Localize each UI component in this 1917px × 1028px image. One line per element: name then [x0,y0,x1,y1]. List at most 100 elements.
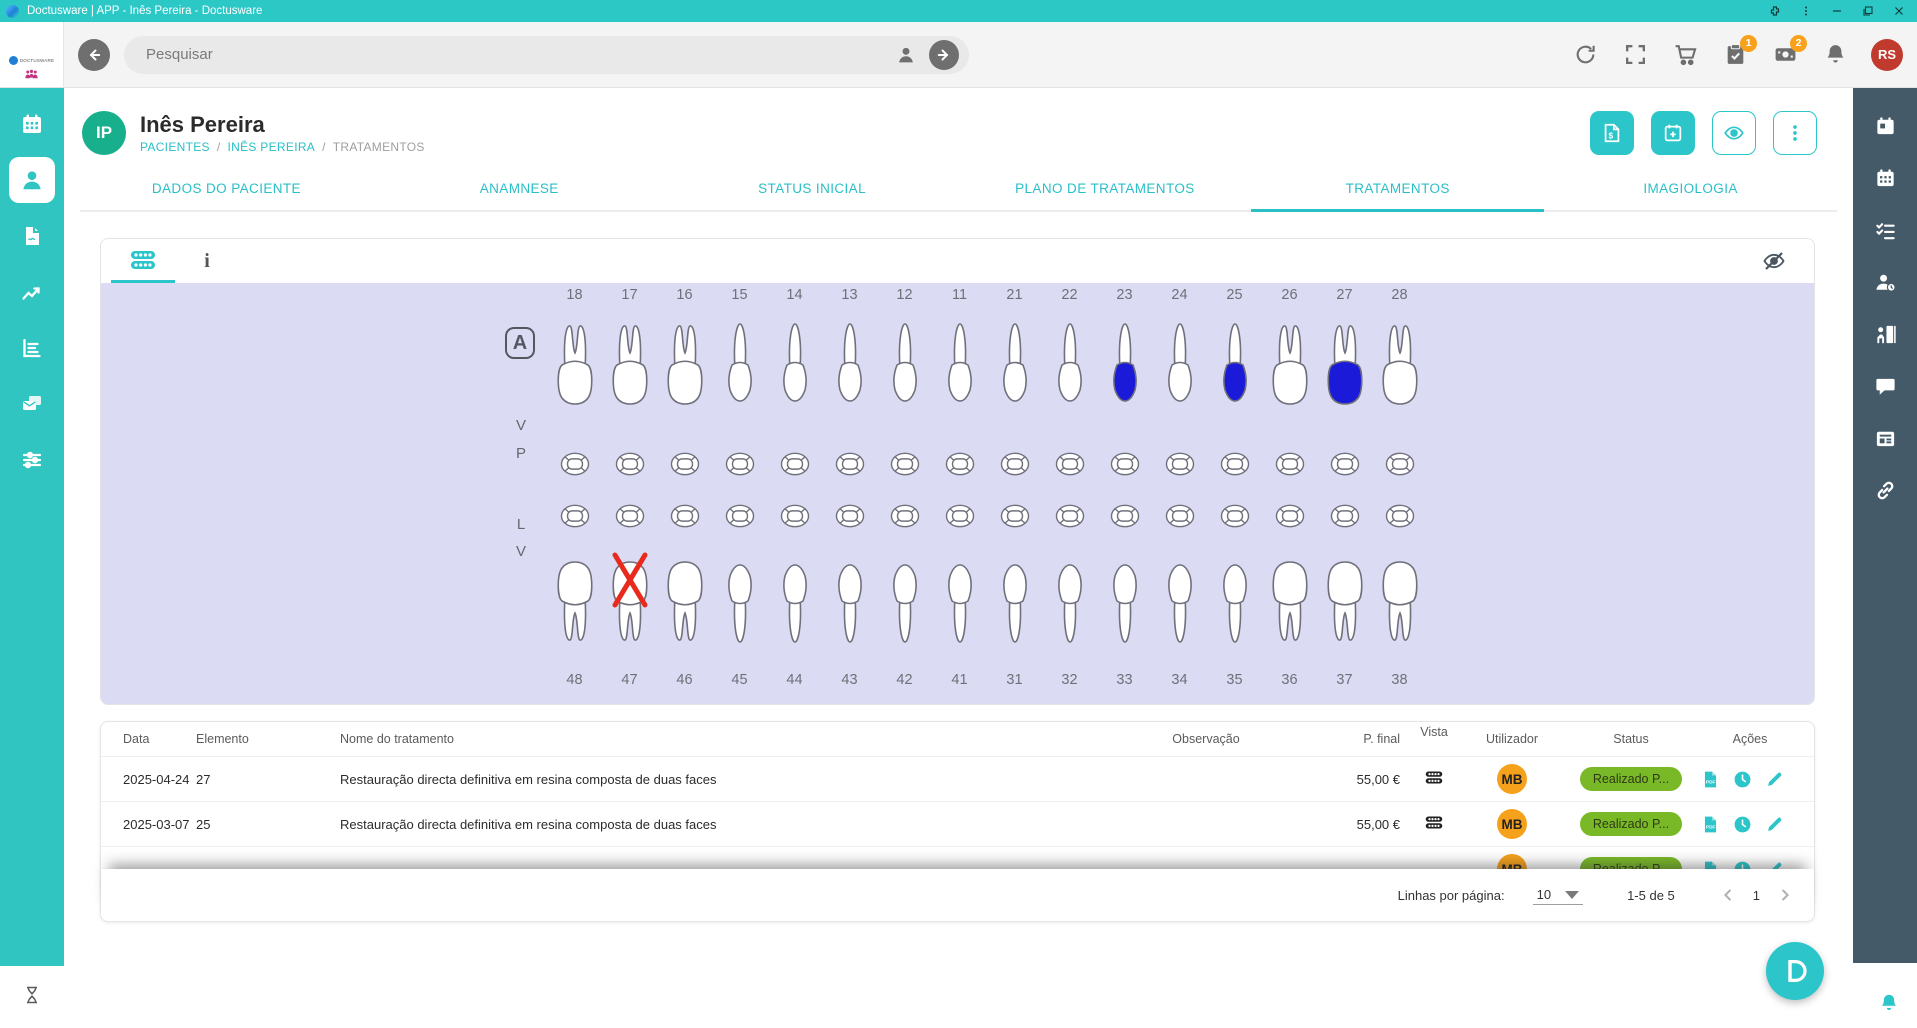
breadcrumb-patient-name[interactable]: INÊS PEREIRA [227,140,315,154]
tooth-44-occlusal[interactable] [773,502,817,530]
notifications-bell-icon[interactable] [1821,41,1849,69]
history-icon[interactable] [1732,859,1752,869]
refresh-icon[interactable] [1571,41,1599,69]
tooth-34[interactable] [1158,549,1202,649]
cart-icon[interactable] [1671,41,1699,69]
more-options-button[interactable] [1773,111,1817,155]
links-chain-icon[interactable] [1859,464,1911,516]
tooth-31-occlusal[interactable] [993,502,1037,530]
tooth-33[interactable] [1103,549,1147,649]
tooth-32-occlusal[interactable] [1048,502,1092,530]
tab-dados-do-paciente[interactable]: DADOS DO PACIENTE [80,168,373,212]
window-minimize-button[interactable] [1830,5,1843,18]
user-avatar[interactable]: RS [1871,39,1903,71]
sidebar-item-reports[interactable] [4,320,60,376]
search-input[interactable] [146,46,883,63]
tab-tratamentos[interactable]: TRATAMENTOS [1251,168,1544,212]
denture-icon[interactable] [1423,815,1445,833]
status-badge[interactable]: Realizado P... [1580,812,1682,836]
month-calendar-icon[interactable] [1859,152,1911,204]
tooth-38[interactable] [1378,549,1422,649]
new-appointment-button[interactable] [1651,111,1695,155]
back-button[interactable] [78,39,110,71]
utilizador-avatar[interactable]: MB [1497,854,1527,869]
tooth-25[interactable] [1213,315,1257,419]
tooth-33-occlusal[interactable] [1103,502,1147,530]
search-go-icon[interactable] [929,40,959,70]
tooth-28-occlusal[interactable] [1378,450,1422,478]
tooth-35[interactable] [1213,549,1257,649]
tooth-45-occlusal[interactable] [718,502,762,530]
tooth-31[interactable] [993,549,1037,649]
tooth-46-occlusal[interactable] [663,502,707,530]
tooth-12-occlusal[interactable] [883,450,927,478]
tooth-15-occlusal[interactable] [718,450,762,478]
fullscreen-icon[interactable] [1621,41,1649,69]
tooth-45[interactable] [718,549,762,649]
tooth-47[interactable] [608,549,652,649]
invoice-button[interactable]: $ [1590,111,1634,155]
quadrant-a-label[interactable]: A [505,327,535,359]
tooth-15[interactable] [718,315,762,419]
tooth-21[interactable] [993,315,1037,419]
tooth-42[interactable] [883,549,927,649]
checklist-icon[interactable] [1859,204,1911,256]
tooth-13[interactable] [828,315,872,419]
patient-waiting-icon[interactable] [1859,256,1911,308]
edit-pencil-icon[interactable] [1764,814,1784,834]
checkin-door-icon[interactable] [1859,308,1911,360]
tooth-11-occlusal[interactable] [938,450,982,478]
eye-off-icon[interactable] [1762,249,1786,273]
pdf-icon[interactable]: PDF [1700,769,1720,789]
extension-puzzle-icon[interactable] [1768,5,1781,18]
utilizador-avatar[interactable]: MB [1497,764,1527,794]
doctusware-fab-button[interactable] [1766,942,1824,1000]
tooth-17[interactable] [608,315,652,419]
edit-pencil-icon[interactable] [1764,769,1784,789]
payments-icon[interactable]: 2 [1771,41,1799,69]
next-page-button[interactable] [1776,886,1794,904]
tooth-12[interactable] [883,315,927,419]
edit-pencil-icon[interactable] [1764,859,1784,869]
tooth-32[interactable] [1048,549,1092,649]
utilizador-avatar[interactable]: MB [1497,809,1527,839]
sidebar-item-settings[interactable] [4,432,60,488]
tooth-18-occlusal[interactable] [553,450,597,478]
news-icon[interactable] [1859,412,1911,464]
table-row[interactable]: 2025-04-2427Restauração directa definiti… [101,756,1814,801]
table-row[interactable]: 2025-03-0725Restauração directa definiti… [101,801,1814,846]
tooth-37[interactable] [1323,549,1367,649]
pdf-icon[interactable]: PDF [1700,859,1720,869]
tooth-28[interactable] [1378,315,1422,419]
tooth-16[interactable] [663,315,707,419]
pdf-icon[interactable]: PDF [1700,814,1720,834]
sidebar-item-patients[interactable] [9,157,55,203]
tooth-41-occlusal[interactable] [938,502,982,530]
tooth-46[interactable] [663,549,707,649]
rows-per-page-select[interactable]: 10 [1533,885,1583,905]
tooth-14[interactable] [773,315,817,419]
tooth-22-occlusal[interactable] [1048,450,1092,478]
tooth-47-occlusal[interactable] [608,502,652,530]
tooth-36[interactable] [1268,549,1312,649]
tooth-48[interactable] [553,549,597,649]
tooth-24-occlusal[interactable] [1158,450,1202,478]
odontogram-teeth-tab[interactable] [111,239,175,283]
notification-bell-corner-icon[interactable] [1878,992,1900,1019]
sidebar-item-documents[interactable] [4,208,60,264]
tooth-38-occlusal[interactable] [1378,502,1422,530]
browser-menu-icon[interactable] [1799,5,1812,18]
view-button[interactable] [1712,111,1756,155]
tooth-23[interactable] [1103,315,1147,419]
history-icon[interactable] [1732,769,1752,789]
tab-status-inicial[interactable]: STATUS INICIAL [666,168,959,212]
tooth-44[interactable] [773,549,817,649]
tooth-14-occlusal[interactable] [773,450,817,478]
tooth-13-occlusal[interactable] [828,450,872,478]
tooth-41[interactable] [938,549,982,649]
sidebar-item-statistics[interactable] [4,264,60,320]
tooth-48-occlusal[interactable] [553,502,597,530]
prev-page-button[interactable] [1719,886,1737,904]
tooth-25-occlusal[interactable] [1213,450,1257,478]
chat-icon[interactable] [1859,360,1911,412]
